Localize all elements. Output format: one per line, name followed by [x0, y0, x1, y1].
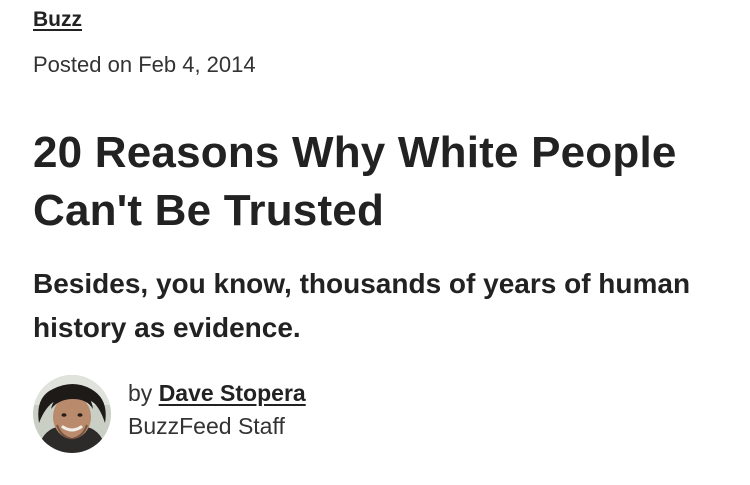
author-role: BuzzFeed Staff [128, 413, 285, 439]
author-name-link[interactable]: Dave Stopera [159, 380, 306, 406]
byline: by Dave Stopera BuzzFeed Staff [33, 375, 306, 453]
author-line: by Dave Stopera [128, 377, 306, 409]
by-prefix: by [128, 380, 153, 406]
article-dek: Besides, you know, thousands of years of… [33, 268, 691, 343]
article-headline: 20 Reasons Why White People Can't Be Tru… [33, 128, 677, 235]
category-link[interactable]: Buzz [33, 8, 82, 32]
byline-text: by Dave Stopera BuzzFeed Staff [128, 377, 306, 443]
posted-date: Posted on Feb 4, 2014 [33, 52, 256, 77]
author-avatar[interactable] [33, 375, 111, 453]
avatar-photo-icon [33, 375, 111, 453]
article-header: Buzz Posted on Feb 4, 2014 20 Reasons Wh… [33, 0, 723, 350]
